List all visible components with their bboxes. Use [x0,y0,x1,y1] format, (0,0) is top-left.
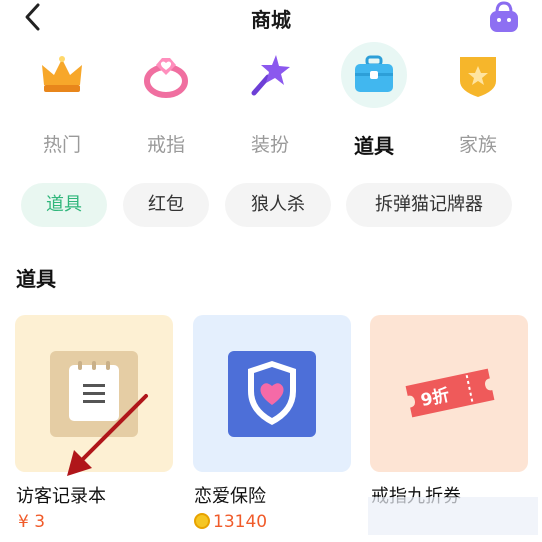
subtab-werewolf[interactable]: 狼人杀 [225,183,331,227]
category-label: 戒指 [146,134,185,156]
product-name: 访客记录本 [16,486,106,507]
notebook-icon [50,351,138,437]
subtab-props[interactable]: 道具 [21,183,107,227]
badge-icon [460,57,496,97]
magic-wand-icon [251,55,290,96]
product-name: 恋爱保险 [194,486,266,507]
bag-button[interactable] [484,0,524,34]
category-label: 道具 [354,134,394,158]
product-card-ring-coupon[interactable]: 9折 [370,315,528,472]
category-hot[interactable]: 热门 [17,42,107,162]
subtab-red-packet[interactable]: 红包 [123,183,209,227]
ring-icon [144,58,188,98]
category-label: 装扮 [250,134,289,156]
briefcase-icon [355,55,393,92]
top-bar: 商城 [0,0,542,34]
bag-icon [490,1,518,32]
product-card-love-insurance[interactable] [193,315,351,472]
watermark [368,497,538,535]
product-price: ¥ 3 [18,512,46,532]
category-props[interactable]: 道具 [329,42,419,162]
category-label: 热门 [42,134,81,156]
category-hot-icon-wrap [29,42,95,108]
category-family[interactable]: 家族 [433,42,523,162]
category-label: 家族 [458,134,497,156]
heart-shield-icon [228,351,316,437]
category-ring[interactable]: 戒指 [121,42,211,162]
coupon-icon: 9折 [405,368,495,418]
category-dressup[interactable]: 装扮 [225,42,315,162]
subtab-card-counter[interactable]: 拆弹猫记牌器 [346,183,512,227]
crown-icon [42,56,82,92]
section-title: 道具 [16,267,56,291]
page-title: 商城 [251,8,291,32]
category-ring-icon-wrap [133,42,199,108]
category-dressup-icon-wrap [237,42,303,108]
coin-icon [194,513,210,529]
product-price-coin: 13140 [194,512,267,532]
coin-price-value: 13140 [213,512,268,532]
product-card-visitor-notebook[interactable] [15,315,173,472]
category-props-icon-wrap [341,42,407,108]
category-family-icon-wrap [445,42,511,108]
